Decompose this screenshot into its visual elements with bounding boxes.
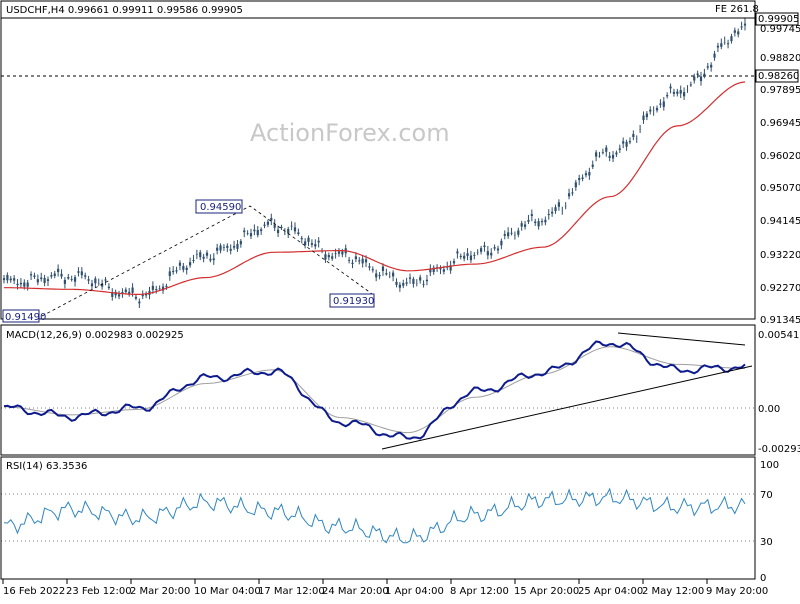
chart-svg: ActionForex.com USDCHF,H4 0.99661 0.9991… bbox=[0, 0, 800, 597]
price-axis: 0.99905 0.99745 0.98820 0.98260 0.97895 … bbox=[755, 12, 800, 326]
moving-average-line bbox=[4, 81, 746, 295]
price-level: 0.96020 bbox=[760, 151, 800, 162]
candlestick-group bbox=[2, 18, 747, 309]
chart-area: ActionForex.com USDCHF,H4 0.99661 0.9991… bbox=[0, 0, 800, 600]
price-tag-support: 0.98260 bbox=[758, 71, 799, 82]
start-tag: 0.91490 bbox=[5, 312, 46, 323]
high-tag: 0.94590 bbox=[200, 202, 241, 213]
price-level: 0.93220 bbox=[760, 250, 800, 261]
price-level: 0.91345 bbox=[760, 315, 800, 326]
macd-line bbox=[3, 340, 746, 440]
time-label: 8 Apr 12:00 bbox=[450, 586, 509, 597]
rsi-label: RSI(14) 63.3536 bbox=[6, 461, 87, 472]
time-label: 17 Mar 12:00 bbox=[258, 586, 325, 597]
macd-level: 0.00 bbox=[758, 404, 780, 415]
rsi-panel-frame bbox=[0, 456, 756, 580]
price-level: 0.94145 bbox=[760, 216, 800, 227]
macd-level: 0.005419 bbox=[758, 330, 800, 341]
time-label: 16 Feb 2022 bbox=[3, 586, 65, 597]
macd-trend-lower bbox=[381, 365, 753, 450]
price-level: 0.98820 bbox=[760, 53, 800, 64]
rsi-level: 70 bbox=[760, 490, 773, 501]
time-label: 23 Feb 12:00 bbox=[66, 586, 132, 597]
rsi-level: 100 bbox=[760, 460, 779, 471]
price-level: 0.96945 bbox=[760, 118, 800, 129]
rsi-level: 30 bbox=[760, 537, 773, 548]
rsi-line bbox=[3, 487, 746, 544]
time-label: 1 Apr 04:00 bbox=[385, 586, 444, 597]
time-label: 24 Mar 20:00 bbox=[322, 586, 389, 597]
time-label: 2 Mar 20:00 bbox=[130, 586, 190, 597]
macd-level: -0.00293 bbox=[758, 444, 800, 455]
macd-trend-upper bbox=[617, 332, 746, 346]
price-level: 0.99745 bbox=[760, 24, 800, 35]
time-label: 2 May 12:00 bbox=[642, 586, 704, 597]
time-axis: 16 Feb 2022 23 Feb 12:00 2 Mar 20:00 10 … bbox=[3, 586, 768, 597]
time-label: 15 Apr 20:00 bbox=[514, 586, 579, 597]
main-panel-frame bbox=[0, 0, 756, 320]
rsi-level: 0 bbox=[760, 573, 766, 584]
time-label: 25 Apr 04:00 bbox=[578, 586, 643, 597]
price-level: 0.92270 bbox=[760, 283, 800, 294]
fe-label: FE 261.8 bbox=[715, 4, 759, 15]
price-level: 0.95070 bbox=[760, 183, 800, 194]
macd-signal-line bbox=[3, 346, 745, 434]
time-label: 9 May 20:00 bbox=[706, 586, 768, 597]
low-tag: 0.91930 bbox=[333, 296, 374, 307]
time-label: 10 Mar 04:00 bbox=[194, 586, 261, 597]
watermark: ActionForex.com bbox=[250, 119, 450, 147]
macd-label: MACD(12,26,9) 0.002983 0.002925 bbox=[6, 330, 184, 341]
symbol-line: USDCHF,H4 0.99661 0.99911 0.99586 0.9990… bbox=[6, 5, 243, 16]
time-axis-ticks bbox=[2, 579, 708, 584]
price-level: 0.97895 bbox=[760, 85, 800, 96]
